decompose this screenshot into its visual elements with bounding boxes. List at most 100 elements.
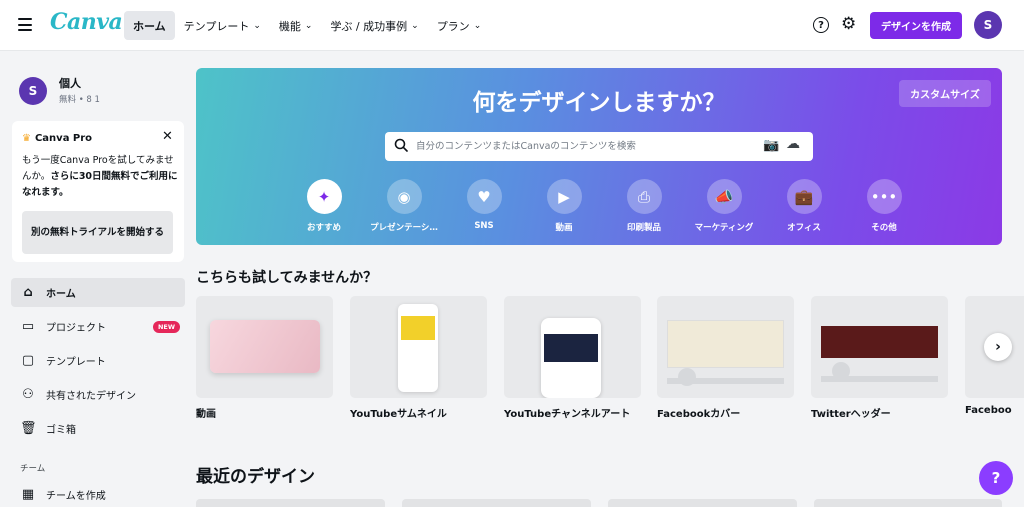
hero-title: 何をデザインしますか？ [472,90,726,116]
chevron-down-icon: ⌄ [411,20,419,31]
search-icon [394,138,408,152]
sidebar-item-label: チームを作成 [46,490,106,502]
category-label: 動画 [555,223,573,233]
category-label: その他 [871,223,897,233]
category-label: SNS [474,221,494,231]
chevron-down-icon: ⌄ [304,20,313,31]
category-label: オフィス [787,223,821,233]
top-bar: Canva ホーム テンプレート ⌄ 機能 ⌄ 学ぶ / 成功事例 ⌄ プラン ⌄ ? … [0,0,1024,51]
sidebar-item-projects[interactable]: ▭ プロジェクト NEW [11,312,185,341]
suggest-carousel: 動画 YouTubeサムネイル YouTubeチャンネルアート Facebook… [196,296,1024,426]
account-avatar[interactable]: S [974,11,1002,39]
close-icon[interactable]: ✕ [162,129,173,144]
recent-designs-title: 最近のデザイン [196,467,315,487]
nav-templates-label: テンプレート [183,19,250,33]
sparkle-icon: ✦ [306,179,342,214]
camera-icon[interactable]: 📷 [763,138,779,153]
sidebar-item-trash[interactable]: 🗑 ゴミ箱 [11,414,185,443]
card-thumbnail [811,296,948,398]
new-badge: NEW [152,321,180,333]
nav-features[interactable]: 機能 ⌄ [270,11,322,40]
sidebar-item-label: ゴミ箱 [46,425,76,436]
category-label: プレゼンテーシ… [370,223,438,233]
category-sns[interactable]: ♥ SNS [444,179,524,233]
search-input[interactable] [416,132,746,161]
nav-home-label: ホーム [133,19,166,33]
design-card-facebook-cover[interactable]: Facebookカバー [657,296,794,420]
sidebar-item-label: 共有されたデザイン [46,391,136,402]
design-card-video[interactable]: 動画 [196,296,333,420]
create-design-button[interactable]: デザインを作成 [870,12,962,39]
category-label: おすすめ [306,223,341,233]
category-label: マーケティング [694,223,754,233]
team-icon: ▦ [21,486,35,502]
chevron-down-icon: ⌄ [473,20,482,31]
sidebar-item-create-team[interactable]: ▦ チームを作成 [11,482,185,506]
nav-templates[interactable]: テンプレート ⌄ [175,11,270,40]
menu-icon[interactable] [18,18,32,31]
gear-icon[interactable]: ⚙ [841,15,856,33]
home-icon: ⌂ [23,285,33,300]
shared-icon: ⚇ [22,387,34,402]
custom-size-button[interactable]: カスタムサイズ [899,80,991,107]
canva-logo[interactable]: Canva [50,9,123,35]
sidebar-item-label: テンプレート [46,357,106,368]
category-office[interactable]: 💼 オフィス [764,179,844,233]
account-name[interactable]: 個人 [59,75,81,91]
account-plan: 無料 • 8 1 [59,95,100,105]
sidebar-nav: ⌂ ホーム ▭ プロジェクト NEW ▢ テンプレート ⚇ 共有されたデザイン … [11,278,185,448]
briefcase-icon: 💼 [786,179,822,214]
trash-icon: 🗑 [20,421,37,436]
help-icon[interactable]: ? [813,17,829,33]
nav-learn[interactable]: 学ぶ / 成功事例 ⌄ [321,11,427,40]
category-row: ✦ おすすめ ◉ プレゼンテーシ… ♥ SNS ▶ 動画 ⎙ 印刷製品 📣 マー… [284,179,924,233]
category-video[interactable]: ▶ 動画 [524,179,604,233]
template-icon: ▢ [21,353,35,368]
pro-card-title: ♛ Canva Pro [22,133,92,144]
nav-learn-label: 学ぶ / 成功事例 [330,19,408,33]
nav-home[interactable]: ホーム [124,11,175,40]
nav-plans-label: プラン [436,19,470,33]
card-thumbnail [350,296,487,398]
chevron-right-icon[interactable]: › [984,333,1012,361]
pro-trial-card: ♛ Canva Pro ✕ もう一度Canva Proを試してみませんか。さらに… [12,121,184,262]
sidebar: S 個人 無料 • 8 1 ♛ Canva Pro ✕ もう一度Canva Pr… [0,51,196,507]
sidebar-item-home[interactable]: ⌂ ホーム [11,278,185,307]
card-label: Faceboo [965,405,1012,416]
sidebar-item-templates[interactable]: ▢ テンプレート [11,346,185,375]
sidebar-item-label: ホーム [46,289,76,300]
design-card-twitter-header[interactable]: Twitterヘッダー [811,296,948,420]
category-print[interactable]: ⎙ 印刷製品 [604,179,684,233]
recent-design-thumbnail[interactable] [814,499,1002,507]
category-presentation[interactable]: ◉ プレゼンテーシ… [364,179,444,233]
help-fab-button[interactable]: ? [979,461,1013,495]
card-thumbnail [657,296,794,398]
card-label: Facebookカバー [657,409,741,420]
presentation-icon: ◉ [386,179,422,214]
design-card-youtube-thumbnail[interactable]: YouTubeサムネイル [350,296,487,420]
recent-design-thumbnail[interactable] [402,499,591,507]
nav-plans[interactable]: プラン ⌄ [428,11,491,40]
printer-icon: ⎙ [626,179,662,214]
category-marketing[interactable]: 📣 マーケティング [684,179,764,233]
user-avatar[interactable]: S [19,77,47,105]
sidebar-item-label: プロジェクト [46,323,106,334]
sidebar-item-shared[interactable]: ⚇ 共有されたデザイン [11,380,185,409]
card-label: 動画 [196,409,216,420]
start-trial-button[interactable]: 別の無料トライアルを開始する [22,211,173,254]
main-nav: ホーム テンプレート ⌄ 機能 ⌄ 学ぶ / 成功事例 ⌄ プラン ⌄ [124,11,490,40]
design-card-youtube-channel-art[interactable]: YouTubeチャンネルアート [504,296,641,420]
recent-design-thumbnail[interactable] [196,499,385,507]
crown-icon: ♛ [22,133,31,144]
upload-icon[interactable]: ☁ [786,136,800,152]
category-more[interactable]: ••• その他 [844,179,924,233]
suggest-title: こちらも試してみませんか？ [196,270,378,286]
recent-design-thumbnail[interactable] [608,499,797,507]
nav-features-label: 機能 [278,19,301,33]
category-recommended[interactable]: ✦ おすすめ [284,179,364,233]
card-label: YouTubeチャンネルアート [504,409,631,420]
video-icon: ▶ [546,179,582,214]
category-label: 印刷製品 [626,223,661,233]
card-label: YouTubeサムネイル [350,409,447,420]
chevron-down-icon: ⌄ [253,20,261,31]
